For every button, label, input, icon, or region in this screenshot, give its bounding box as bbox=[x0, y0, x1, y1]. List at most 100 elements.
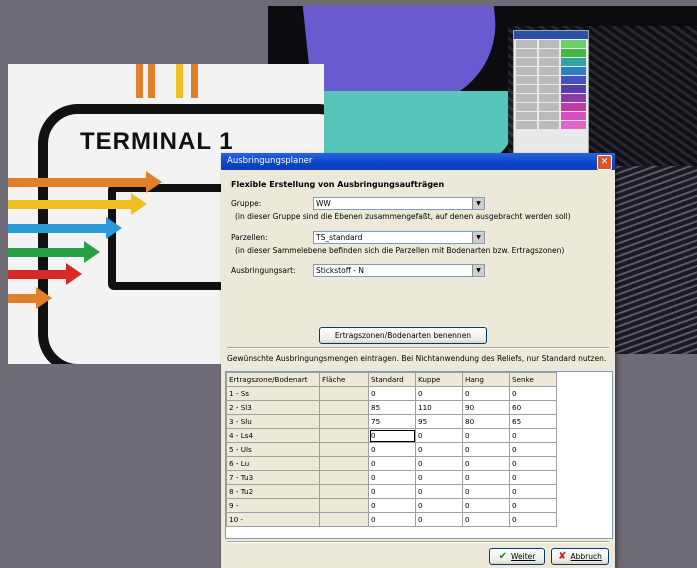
ausbringungsart-label: Ausbringungsart: bbox=[231, 266, 296, 275]
standard-cell[interactable]: 0 bbox=[368, 456, 416, 471]
table-header-row: Ertragszone/Bodenart Fläche Standard Kup… bbox=[226, 372, 557, 387]
ertragszonen-benennen-button[interactable]: Ertragszonen/Bodenarten benennen bbox=[319, 327, 487, 344]
hang-cell[interactable]: 0 bbox=[462, 442, 510, 457]
row-label: 5 - Uls bbox=[226, 442, 320, 457]
table-row: 7 - Tu3 0 0 0 0 bbox=[226, 470, 557, 485]
hang-cell[interactable]: 0 bbox=[462, 428, 510, 443]
table-row: 5 - Uls 0 0 0 0 bbox=[226, 442, 557, 457]
parzellen-label: Parzellen: bbox=[231, 233, 268, 242]
kuppe-cell[interactable]: 0 bbox=[415, 386, 463, 401]
standard-cell[interactable]: 0 bbox=[368, 498, 416, 513]
chevron-down-icon[interactable]: ▼ bbox=[472, 232, 484, 243]
senke-cell[interactable]: 0 bbox=[509, 442, 557, 457]
senke-cell[interactable]: 0 bbox=[509, 470, 557, 485]
standard-cell[interactable]: 0 bbox=[368, 484, 416, 499]
column-header: Standard bbox=[368, 372, 416, 387]
flaeche-cell bbox=[319, 470, 369, 485]
arrow-blue-icon bbox=[8, 217, 122, 239]
parzellen-hint: (in dieser Sammelebene befinden sich die… bbox=[235, 246, 565, 255]
kuppe-cell[interactable]: 0 bbox=[415, 512, 463, 527]
separator bbox=[227, 347, 609, 349]
flaeche-cell bbox=[319, 414, 369, 429]
ausbringungsart-select[interactable]: Stickstoff - N ▼ bbox=[313, 264, 485, 277]
dialog-titlebar: Ausbringungsplaner ✕ bbox=[221, 153, 615, 170]
ausbringungsart-value: Stickstoff - N bbox=[316, 266, 364, 275]
flaeche-cell bbox=[319, 498, 369, 513]
kuppe-cell[interactable]: 0 bbox=[415, 470, 463, 485]
standard-cell[interactable]: 0 bbox=[368, 386, 416, 401]
kuppe-cell[interactable]: 0 bbox=[415, 456, 463, 471]
poster-title: TERMINAL 1 bbox=[80, 128, 234, 155]
kuppe-cell[interactable]: 0 bbox=[415, 498, 463, 513]
chevron-down-icon[interactable]: ▼ bbox=[472, 265, 484, 276]
standard-cell[interactable]: 75 bbox=[368, 414, 416, 429]
senke-cell[interactable]: 0 bbox=[509, 456, 557, 471]
table-row: 4 - Ls4 0 0 0 0 bbox=[226, 428, 557, 443]
kuppe-cell[interactable]: 0 bbox=[415, 442, 463, 457]
senke-cell[interactable]: 0 bbox=[509, 498, 557, 513]
standard-cell[interactable]: 0 bbox=[368, 470, 416, 485]
hang-cell[interactable]: 0 bbox=[462, 512, 510, 527]
row-label: 4 - Ls4 bbox=[226, 428, 320, 443]
standard-cell[interactable]: 85 bbox=[368, 400, 416, 415]
flaeche-cell bbox=[319, 484, 369, 499]
hang-cell[interactable]: 0 bbox=[462, 456, 510, 471]
row-label: 1 - Ss bbox=[226, 386, 320, 401]
hang-cell[interactable]: 80 bbox=[462, 414, 510, 429]
parzellen-value: TS_standard bbox=[316, 233, 363, 242]
hang-cell[interactable]: 0 bbox=[462, 498, 510, 513]
flaeche-cell bbox=[319, 386, 369, 401]
flaeche-cell bbox=[319, 428, 369, 443]
close-icon[interactable]: ✕ bbox=[597, 155, 612, 170]
gruppe-hint: (in dieser Gruppe sind die Ebenen zusamm… bbox=[235, 212, 571, 221]
weiter-label: Weiter bbox=[511, 552, 536, 561]
weiter-button[interactable]: ✔ Weiter bbox=[489, 548, 545, 565]
kuppe-cell[interactable]: 95 bbox=[415, 414, 463, 429]
ausbringungsplaner-dialog: Ausbringungsplaner ✕ Flexible Erstellung… bbox=[221, 153, 615, 568]
hang-cell[interactable]: 0 bbox=[462, 386, 510, 401]
table-row: 10 - 0 0 0 0 bbox=[226, 512, 557, 527]
standard-cell[interactable]: 0 bbox=[368, 428, 416, 443]
arrow-orange-icon bbox=[8, 171, 162, 193]
table-row: 8 - Tu2 0 0 0 0 bbox=[226, 484, 557, 499]
kuppe-cell[interactable]: 0 bbox=[415, 428, 463, 443]
column-header: Ertragszone/Bodenart bbox=[226, 372, 320, 387]
flaeche-cell bbox=[319, 442, 369, 457]
checkmark-icon: ✔ bbox=[498, 551, 508, 562]
table-row: 6 - Lu 0 0 0 0 bbox=[226, 456, 557, 471]
senke-cell[interactable]: 0 bbox=[509, 512, 557, 527]
arrow-yellow-icon bbox=[8, 193, 147, 215]
senke-cell[interactable]: 0 bbox=[509, 386, 557, 401]
x-icon: ✘ bbox=[558, 551, 567, 562]
dialog-title: Ausbringungsplaner bbox=[227, 156, 313, 166]
flaeche-cell bbox=[319, 512, 369, 527]
senke-cell[interactable]: 0 bbox=[509, 484, 557, 499]
parzellen-select[interactable]: TS_standard ▼ bbox=[313, 231, 485, 244]
arrow-red-icon bbox=[8, 263, 82, 285]
gruppe-value: WW bbox=[316, 199, 331, 208]
chevron-down-icon[interactable]: ▼ bbox=[472, 198, 484, 209]
gruppe-label: Gruppe: bbox=[231, 199, 262, 208]
arrow-orange-small-icon bbox=[8, 287, 52, 309]
hang-cell[interactable]: 0 bbox=[462, 484, 510, 499]
ausbringungsmengen-grid: Ertragszone/Bodenart Fläche Standard Kup… bbox=[225, 371, 613, 539]
row-label: 10 - bbox=[226, 512, 320, 527]
table-row: 2 - Sl3 85 110 90 60 bbox=[226, 400, 557, 415]
instruction-text: Gewünschte Ausbringungsmengen eintragen.… bbox=[227, 354, 607, 363]
row-label: 9 - bbox=[226, 498, 320, 513]
senke-cell[interactable]: 65 bbox=[509, 414, 557, 429]
standard-cell[interactable]: 0 bbox=[368, 512, 416, 527]
hang-cell[interactable]: 0 bbox=[462, 470, 510, 485]
standard-cell[interactable]: 0 bbox=[368, 442, 416, 457]
kuppe-cell[interactable]: 0 bbox=[415, 484, 463, 499]
gruppe-select[interactable]: WW ▼ bbox=[313, 197, 485, 210]
kuppe-cell[interactable]: 110 bbox=[415, 400, 463, 415]
abbruch-button[interactable]: ✘ Abbruch bbox=[551, 548, 609, 565]
column-header: Senke bbox=[509, 372, 557, 387]
senke-cell[interactable]: 60 bbox=[509, 400, 557, 415]
column-header: Kuppe bbox=[415, 372, 463, 387]
mini-legend-window bbox=[513, 30, 589, 156]
hang-cell[interactable]: 90 bbox=[462, 400, 510, 415]
flaeche-cell bbox=[319, 456, 369, 471]
senke-cell[interactable]: 0 bbox=[509, 428, 557, 443]
